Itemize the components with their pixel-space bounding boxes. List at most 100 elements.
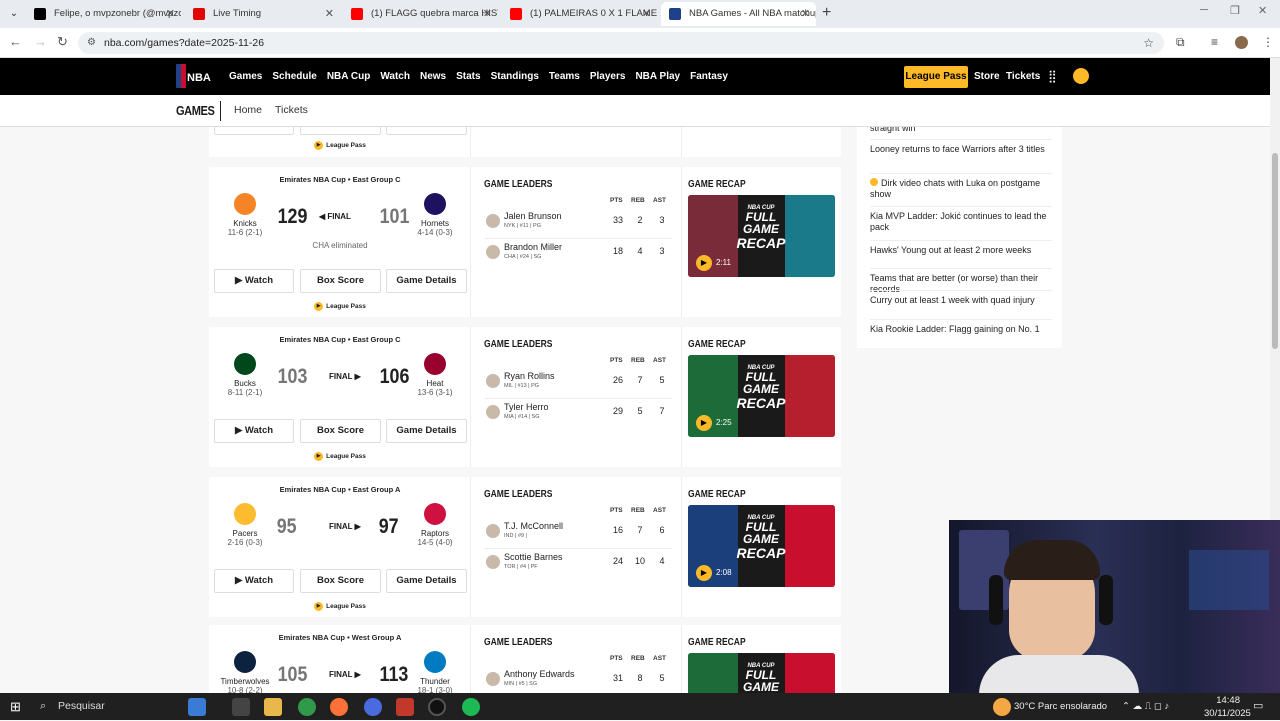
chrome-icon[interactable] bbox=[298, 698, 316, 716]
windows-start-icon[interactable]: ⊞ bbox=[10, 699, 21, 715]
browser-menu-icon[interactable]: ⋮ bbox=[1262, 35, 1274, 49]
store-link[interactable]: Store bbox=[974, 58, 1000, 95]
nav-item-standings[interactable]: Standings bbox=[491, 71, 539, 82]
minimize-button[interactable]: ─ bbox=[1200, 4, 1208, 16]
headline-link[interactable]: Teams that are better (or worse) than th… bbox=[870, 273, 1052, 295]
leader-row[interactable]: Tyler Herro MIA | #14 | SG 29 5 7 bbox=[484, 400, 672, 430]
game-details-button[interactable]: Game Details bbox=[386, 269, 467, 293]
leader-row[interactable]: Jalen Brunson NYK | #11 | PG 33 2 3 bbox=[484, 209, 672, 239]
tickets-link[interactable]: Tickets bbox=[1006, 58, 1040, 95]
recap-video-thumbnail[interactable]: NBA CUP FULL GAME RECAP ▶ 2:11 bbox=[688, 195, 835, 277]
maximize-button[interactable]: ❐ bbox=[1230, 4, 1240, 17]
url-field[interactable]: ⚙ nba.com/games?date=2025-11-26 ☆ bbox=[78, 32, 1164, 54]
watch-button[interactable]: ▶ Watch bbox=[214, 269, 294, 293]
tab-close-icon[interactable]: ✕ bbox=[166, 2, 175, 26]
site-info-icon[interactable]: ⚙ bbox=[87, 32, 96, 54]
away-team[interactable]: Pacers 2-16 (0-3) bbox=[215, 503, 275, 547]
away-team[interactable]: Timberwolves 10-8 (2-2) bbox=[215, 651, 275, 693]
away-team[interactable]: Bucks 8-11 (2-1) bbox=[215, 353, 275, 397]
leader-row[interactable]: Brandon Miller CHA | #24 | SG 18 4 3 bbox=[484, 240, 672, 270]
taskbar-search[interactable]: ⌕ Pesquisar bbox=[32, 693, 172, 720]
leader-row[interactable]: T.J. McConnell IND | #9 | 16 7 6 bbox=[484, 519, 672, 549]
browser-tab[interactable]: (1) FLAGG quebra marca HISTÓ ✕ bbox=[343, 2, 498, 26]
headline-link[interactable]: Kia MVP Ladder: Jokić continues to lead … bbox=[870, 211, 1052, 233]
headline-link[interactable]: Looney returns to face Warriors after 3 … bbox=[870, 144, 1052, 155]
tab-close-icon[interactable]: ✕ bbox=[801, 2, 810, 26]
watch-button[interactable]: ▶ Watch bbox=[214, 419, 294, 443]
nav-item-teams[interactable]: Teams bbox=[549, 71, 580, 82]
nav-item-watch[interactable]: Watch bbox=[380, 71, 410, 82]
headline-link[interactable]: straight win bbox=[870, 127, 1052, 134]
nav-item-games[interactable]: Games bbox=[229, 71, 262, 82]
tray-icons[interactable]: ⌃ ☁ ⎍ ◻ ♪ bbox=[1122, 693, 1169, 720]
nav-item-nba-cup[interactable]: NBA Cup bbox=[327, 71, 371, 82]
headline-link[interactable]: Kia Rookie Ladder: Flagg gaining on No. … bbox=[870, 324, 1052, 335]
game-details-button[interactable]: Game Details bbox=[386, 569, 467, 593]
home-team[interactable]: Raptors 14-5 (4-0) bbox=[405, 503, 465, 547]
browser-tab[interactable]: NBA Games - All NBA matchup ✕ bbox=[661, 2, 816, 26]
play-icon[interactable]: ▶ bbox=[696, 255, 712, 271]
box-score-button[interactable]: Box Score bbox=[300, 419, 381, 443]
new-tab-button[interactable]: + bbox=[822, 4, 831, 22]
nav-item-fantasy[interactable]: Fantasy bbox=[690, 71, 728, 82]
subnav-home-link[interactable]: Home bbox=[234, 104, 262, 116]
back-icon[interactable]: ← bbox=[9, 34, 22, 49]
scrollbar-thumb[interactable] bbox=[1272, 153, 1278, 349]
home-team[interactable]: Thunder 18-1 (3-0) bbox=[405, 651, 465, 693]
task-view-icon[interactable] bbox=[232, 698, 250, 716]
browser-tab[interactable]: Felipe, o mvpzonebr (@mvpzon ✕ bbox=[26, 2, 181, 26]
nav-item-players[interactable]: Players bbox=[590, 71, 626, 82]
league-pass-badge[interactable]: ▶ League Pass bbox=[209, 141, 471, 150]
close-window-button[interactable]: ✕ bbox=[1258, 4, 1267, 17]
firefox-icon[interactable] bbox=[330, 698, 348, 716]
league-pass-badge[interactable]: ▶ League Pass bbox=[209, 452, 471, 461]
profile-avatar[interactable] bbox=[1235, 36, 1248, 49]
away-team[interactable]: Knicks 11-6 (2-1) bbox=[215, 193, 275, 237]
media-control-icon[interactable]: ≡ bbox=[1211, 35, 1218, 49]
nav-item-stats[interactable]: Stats bbox=[456, 71, 480, 82]
browser-tab[interactable]: (1) PALMEIRAS 0 X 1 FLAMENG✕ bbox=[502, 2, 657, 26]
home-team[interactable]: Hornets 4-14 (0-3) bbox=[405, 193, 465, 237]
user-account-icon[interactable] bbox=[1073, 68, 1089, 84]
game-details-button[interactable] bbox=[386, 127, 467, 135]
tab-close-icon[interactable]: ✕ bbox=[325, 2, 334, 26]
recap-video-thumbnail[interactable]: NBA CUPFULL GAMERECAP▶ bbox=[688, 653, 835, 693]
clock[interactable]: 14:48 30/11/2025 bbox=[1204, 694, 1251, 721]
nba-logo[interactable]: NBA bbox=[176, 64, 212, 88]
weather-text[interactable]: 30°C Parc ensolarado bbox=[1014, 693, 1107, 720]
bookmark-star-icon[interactable]: ☆ bbox=[1143, 32, 1154, 54]
obs-app-icon[interactable] bbox=[396, 698, 414, 716]
box-score-button[interactable]: Box Score bbox=[300, 569, 381, 593]
nav-item-schedule[interactable]: Schedule bbox=[272, 71, 316, 82]
tab-search-button[interactable]: ⌄ bbox=[4, 4, 24, 24]
streaming-app-icon[interactable] bbox=[428, 698, 446, 716]
box-score-button[interactable]: Box Score bbox=[300, 269, 381, 293]
league-pass-button[interactable]: League Pass bbox=[904, 66, 968, 88]
discord-icon[interactable] bbox=[364, 698, 382, 716]
tab-close-icon[interactable]: ✕ bbox=[483, 2, 492, 26]
headline-link[interactable]: Curry out at least 1 week with quad inju… bbox=[870, 295, 1052, 306]
subnav-tickets-link[interactable]: Tickets bbox=[275, 104, 308, 116]
box-score-button[interactable] bbox=[300, 127, 381, 135]
play-icon[interactable]: ▶ bbox=[696, 565, 712, 581]
forward-icon[interactable]: → bbox=[34, 34, 47, 49]
browser-tab[interactable]: Live Timing ✕ bbox=[185, 2, 340, 26]
play-icon[interactable]: ▶ bbox=[696, 415, 712, 431]
notifications-icon[interactable]: ▭ bbox=[1253, 693, 1263, 720]
extensions-icon[interactable]: ⧉ bbox=[1176, 35, 1185, 50]
apps-grid-icon[interactable]: ⣿ bbox=[1048, 70, 1060, 82]
leader-row[interactable]: Ryan Rollins MIL | #13 | PG 26 7 5 bbox=[484, 369, 672, 399]
headline-link[interactable]: Hawks' Young out at least 2 more weeks bbox=[870, 245, 1052, 256]
taskbar-app-icon[interactable] bbox=[188, 698, 206, 716]
reload-icon[interactable]: ↻ bbox=[57, 34, 68, 50]
leader-row[interactable]: Anthony Edwards MIN | #5 | SG 31 8 5 bbox=[484, 667, 672, 693]
nav-item-nba-play[interactable]: NBA Play bbox=[635, 71, 680, 82]
watch-button[interactable]: ▶ Watch bbox=[214, 569, 294, 593]
nav-item-news[interactable]: News bbox=[420, 71, 446, 82]
home-team[interactable]: Heat 13-6 (3-1) bbox=[405, 353, 465, 397]
spotify-icon[interactable] bbox=[462, 698, 480, 716]
watch-button[interactable] bbox=[214, 127, 294, 135]
league-pass-badge[interactable]: ▶ League Pass bbox=[209, 302, 471, 311]
leader-row[interactable]: Scottie Barnes TOR | #4 | PF 24 10 4 bbox=[484, 550, 672, 580]
game-details-button[interactable]: Game Details bbox=[386, 419, 467, 443]
